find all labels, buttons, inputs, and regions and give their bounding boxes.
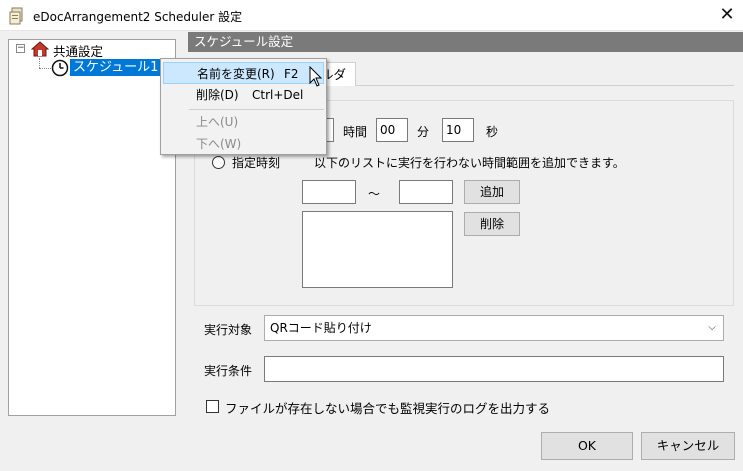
specified-time-radio[interactable] [212,156,225,169]
menu-item-label: 削除(D) [196,88,239,102]
menu-item-delete[interactable]: 削除(D) Ctrl+Del [163,84,324,106]
log-checkbox-label: ファイルが存在しない場合でも監視実行のログを出力する [225,401,551,416]
add-button[interactable]: 追加 [464,180,520,204]
exclusion-description: 以下のリストに実行を行わない時間範囲を追加できます。 [314,156,625,170]
target-label: 実行対象 [204,323,253,337]
minute-unit-label: 分 [417,125,430,139]
exclusion-to-field[interactable] [399,180,453,204]
target-selected-value: QRコード貼り付け [270,321,372,335]
condition-field[interactable] [264,356,724,382]
house-icon [31,41,49,57]
menu-item-shortcut: Ctrl+Del [252,88,304,102]
menu-item-shortcut: F2 [284,67,299,81]
second-unit-label: 秒 [486,125,499,139]
tree-item-common-settings[interactable]: 共通設定 [53,41,103,60]
menu-item-label: 下へ(W) [196,137,242,151]
delete-button[interactable]: 削除 [464,212,520,236]
close-icon[interactable]: ✕ [716,3,738,27]
exclusion-from-field[interactable] [302,180,356,204]
title-bar: eDocArrangement2 Scheduler 設定 ✕ [0,0,743,31]
log-checkbox[interactable] [206,400,219,413]
app-icon [9,7,23,25]
mouse-cursor-icon [309,66,323,87]
minute-field[interactable]: 00 [376,118,408,142]
menu-item-move-up[interactable]: 上へ(U) [163,111,324,133]
tree-connector [39,68,51,69]
settings-tree[interactable] [8,39,176,416]
menu-item-label: 名前を変更(R) [197,67,275,81]
chevron-down-icon: ⌵ [708,322,716,333]
menu-separator [189,109,324,110]
menu-item-label: 上へ(U) [196,115,239,129]
tilde-label: ～ [368,187,381,201]
exclusion-list[interactable] [302,211,453,288]
target-select[interactable]: QRコード貼り付け ⌵ [264,315,724,341]
menu-item-move-down[interactable]: 下へ(W) [163,133,324,155]
condition-label: 実行条件 [204,364,253,378]
window-title: eDocArrangement2 Scheduler 設定 [33,10,243,24]
menu-item-rename[interactable]: 名前を変更(R) F2 [163,62,324,84]
ok-button[interactable]: OK [541,432,633,460]
tree-item-schedule[interactable]: スケジュール1 [70,59,162,76]
tree-connector [39,58,40,68]
context-menu: 名前を変更(R) F2 削除(D) Ctrl+Del 上へ(U) 下へ(W) [160,58,327,155]
specified-time-label: 指定時刻 [232,156,281,170]
cancel-button[interactable]: キャンセル [641,432,735,460]
hour-unit-label: 時間 [343,125,368,139]
second-field[interactable]: 10 [442,118,474,142]
collapse-icon[interactable]: − [16,44,25,53]
panel-header: スケジュール設定 [188,32,743,52]
clock-icon [51,59,69,77]
